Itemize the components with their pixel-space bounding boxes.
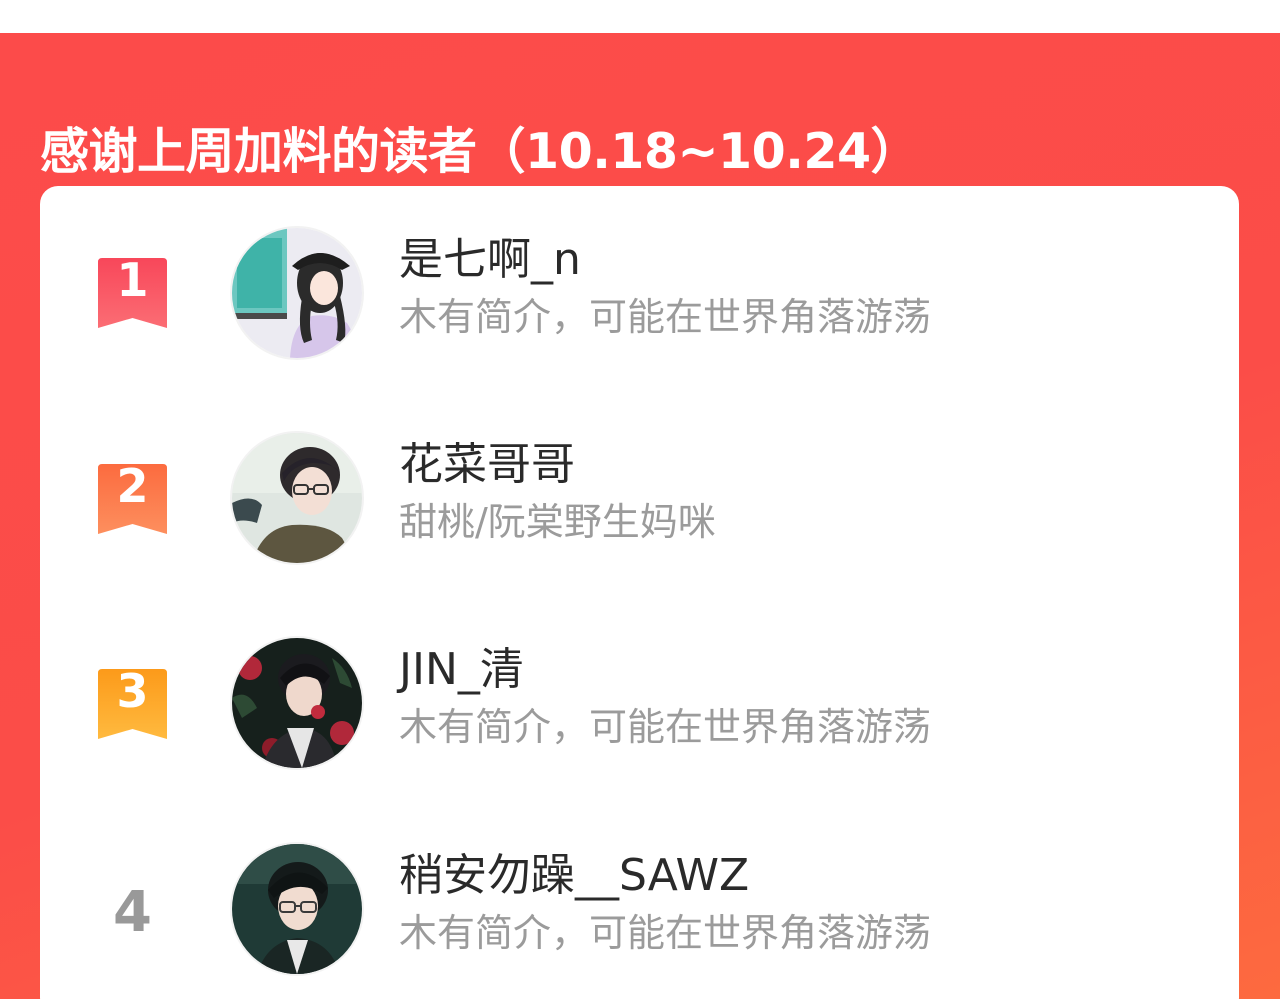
man-glasses-dark-avatar-icon[interactable] <box>230 842 364 976</box>
reader-bio: 木有简介，可能在世界角落游荡 <box>399 295 932 339</box>
list-item[interactable]: 2 花菜哥哥 甜桃/阮棠野生妈咪 <box>40 431 1239 571</box>
girl-cap-avatar-icon[interactable] <box>230 226 364 360</box>
list-item[interactable]: 3 JIN_清 木有简介，可能在世界角落游荡 <box>40 636 1239 776</box>
rank-ribbon-icon: 1 <box>98 258 167 328</box>
rank-number: 3 <box>116 669 148 718</box>
reader-name[interactable]: 稍安勿躁__SAWZ <box>399 848 749 904</box>
list-item[interactable]: 1 是七啊_n 木有简介，可能在世界角落游荡 <box>40 226 1239 366</box>
rank-ribbon-icon: 3 <box>98 669 167 739</box>
reader-bio: 木有简介，可能在世界角落游荡 <box>399 705 932 749</box>
reader-name[interactable]: JIN_清 <box>399 642 524 698</box>
page: 感谢上周加料的读者（10.18~10.24） 1 是七啊_n 木有简介，可能在世… <box>0 0 1280 999</box>
reader-bio: 甜桃/阮棠野生妈咪 <box>399 500 716 544</box>
reader-name[interactable]: 花菜哥哥 <box>399 437 575 493</box>
rank-ribbon-icon: 2 <box>98 464 167 534</box>
reader-list-card: 1 是七啊_n 木有简介，可能在世界角落游荡 2 花菜哥哥 甜桃/阮棠野生妈咪 … <box>40 186 1239 999</box>
rank-number: 1 <box>116 258 148 307</box>
reader-bio: 木有简介，可能在世界角落游荡 <box>399 911 932 955</box>
reader-name[interactable]: 是七啊_n <box>399 232 581 288</box>
page-title: 感谢上周加料的读者（10.18~10.24） <box>40 123 920 180</box>
boy-glasses-avatar-icon[interactable] <box>230 431 364 565</box>
list-item[interactable]: 4 稍安勿躁__SAWZ 木有简介，可能在世界角落游荡 <box>40 842 1239 982</box>
rank-number: 4 <box>113 880 152 945</box>
man-roses-avatar-icon[interactable] <box>230 636 364 770</box>
rank-number: 2 <box>116 464 148 513</box>
